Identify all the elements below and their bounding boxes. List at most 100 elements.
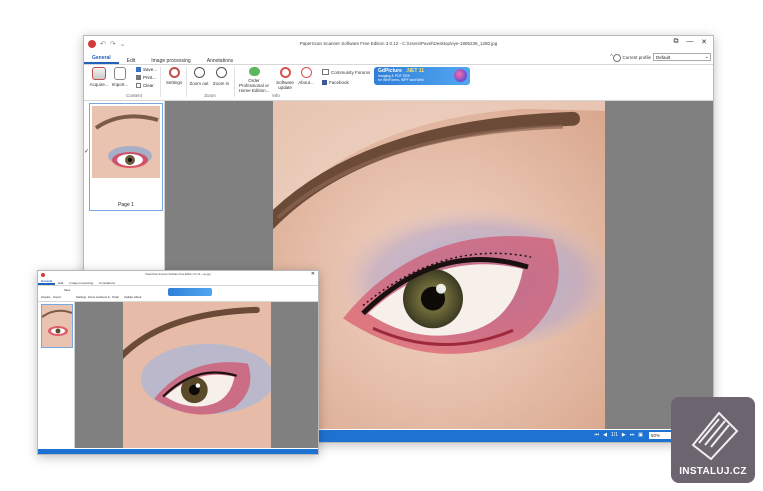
community-forums-link[interactable]: Community Forums [322,69,370,75]
small-window-title: PaperScan Scanner Software Free Edition … [145,273,211,276]
update-button[interactable]: Software update [274,67,296,90]
small-close-icon[interactable]: ✕ [311,271,315,277]
print-label: Print... [143,75,157,80]
update-label: Software update [276,80,294,90]
instaluj-watermark: INSTALUJ.CZ [671,397,755,483]
profile-select-value: Default [656,55,671,60]
small-ad-banner[interactable] [168,288,212,296]
small-ribbon-tabs: General Edit Image processing Annotation… [38,279,318,286]
about-button[interactable]: About... [296,67,316,85]
redo-icon[interactable]: ↷ [110,40,116,48]
small-ribbon-toolbar: Acquire Import Save Settings Zoom out Zo… [38,286,318,302]
small-title-bar: PaperScan Scanner Software Free Edition … [38,271,318,279]
small-settings-button[interactable]: Settings [76,295,86,299]
next-page-icon[interactable]: ▶ [622,432,626,438]
small-tab-general[interactable]: General [38,279,56,285]
quick-access-toolbar: ↶ ↷ ⌄ [84,40,126,48]
facebook-label: Facebook [329,80,349,85]
small-update-button[interactable]: Update [124,295,133,299]
facebook-icon [322,80,327,85]
page-navigation: ⏮ ◀ 1/1 ▶ ⏭ ▣ [595,432,643,438]
profile-user-icon [613,54,621,62]
small-tab-annotations[interactable]: Annotations [96,281,118,285]
settings-button[interactable]: Settings [164,67,184,85]
small-order-button[interactable]: Order [112,295,119,299]
app-logo-icon [88,40,96,48]
small-about-button[interactable]: About [134,295,141,299]
group-label-info: Info [272,93,280,98]
small-import-button[interactable]: Import [53,295,61,299]
small-zoom-out-button[interactable]: Zoom out [88,295,100,299]
zoom-in-icon [215,67,227,78]
profile-label: Current profile [622,55,651,60]
print-icon [136,75,141,80]
zoom-out-icon [193,67,205,78]
minimize-button[interactable]: — [683,38,697,46]
small-thumbnail-image [41,309,73,336]
small-thumbnail-page-1[interactable] [41,304,73,348]
order-label: Order Professional or Home Edition... [238,78,270,93]
first-page-icon[interactable]: ⏮ [595,432,600,438]
settings-icon [168,67,180,78]
banner-line2: for WinForms, WPF and Web [378,78,424,82]
restore-button[interactable]: ⧉ [669,38,683,46]
watermark-text: INSTALUJ.CZ [679,466,747,477]
small-acquire-button[interactable]: Acquire [41,295,50,299]
import-button[interactable]: Import... [110,67,130,87]
prev-page-icon[interactable]: ◀ [603,432,607,438]
save-label: Save... [143,67,158,72]
save-icon [136,67,141,72]
ribbon-separator [160,67,161,97]
clear-button[interactable]: Clear [136,83,154,88]
scanner-icon [92,67,106,80]
last-page-icon[interactable]: ⏭ [630,432,635,438]
small-save-button[interactable]: Save [64,288,70,292]
zoom-out-button[interactable]: Zoom out [188,67,210,86]
update-icon [279,67,291,78]
forum-icon [322,69,329,75]
small-status-bar [38,449,318,454]
window-title: PaperScan Scanner Software Free Edition … [299,41,498,46]
thumbnail-page-1[interactable]: ✓ Page 1 [84,103,163,211]
save-button[interactable]: Save... [136,67,157,72]
eye-photo [273,101,605,429]
thumbnail-image [92,106,160,178]
thumbnail-check-icon: ✓ [84,149,90,155]
small-zoom-in-button[interactable]: Zoom in [100,295,110,299]
tab-general[interactable]: General [84,55,119,64]
customize-toolbar-icon[interactable]: ⌄ [120,40,126,48]
tab-edit[interactable]: Edit [119,58,144,64]
small-image-viewer[interactable] [75,302,318,448]
import-icon [114,67,126,80]
facebook-link[interactable]: Facebook [322,80,349,85]
acquire-label: Acquire... [89,82,109,87]
acquire-button[interactable]: Acquire... [88,67,110,87]
profile-select[interactable]: Default ⌄ [653,53,711,61]
zoom-in-button[interactable]: Zoom in [210,67,232,86]
ribbon-tabs: General Edit Image processing Annotation… [84,52,713,65]
small-document-image [123,302,271,448]
gdpicture-ad-banner[interactable]: GdPicture .NET 11 Imaging & PDF SDK for … [374,67,470,85]
close-button[interactable]: ✕ [697,38,711,46]
print-button[interactable]: Print... [136,75,156,80]
zoom-in-label: Zoom in [212,81,230,86]
group-label-zoom: Zoom [204,93,216,98]
tab-annotations[interactable]: Annotations [199,58,241,64]
title-bar: ↶ ↷ ⌄ PaperScan Scanner Software Free Ed… [84,36,713,52]
order-button[interactable]: Order Professional or Home Edition... [236,67,272,93]
tab-image-processing[interactable]: Image processing [143,58,198,64]
chevron-down-icon: ⌄ [704,54,709,60]
zoom-out-label: Zoom out [189,81,209,86]
ribbon-separator [234,67,235,97]
window-controls: ⧉ — ✕ [669,38,711,46]
watermark-logo-icon [691,411,739,461]
small-thumbnail-panel [38,302,75,448]
import-label: Import... [111,82,129,87]
small-tab-edit[interactable]: Edit [55,281,66,285]
document-image [273,101,605,429]
undo-icon[interactable]: ↶ [100,40,106,48]
fit-page-icon[interactable]: ▣ [638,432,643,438]
community-forums-label: Community Forums [331,69,371,75]
small-tab-image-processing[interactable]: Image processing [66,281,96,285]
page-counter: 1/1 [610,432,618,438]
